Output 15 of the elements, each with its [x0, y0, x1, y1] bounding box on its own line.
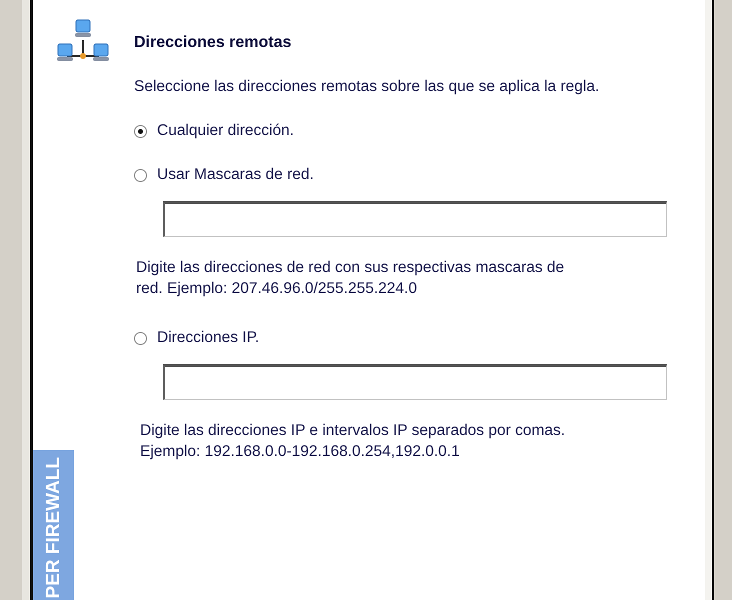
brand-banner: PER FIREWALL	[33, 450, 74, 600]
section-title: Direcciones remotas	[134, 34, 292, 52]
hint-text: Digite las direcciones de red con sus respectivas mascaras de	[136, 258, 566, 278]
radio-label[interactable]: Usar Mascaras de red.	[157, 166, 314, 184]
radio-label[interactable]: Cualquier dirección.	[157, 122, 294, 140]
radio-label[interactable]: Direcciones IP.	[157, 329, 260, 347]
radio-button[interactable]	[134, 124, 147, 138]
radio-button[interactable]	[134, 168, 147, 182]
input-field[interactable]	[163, 364, 667, 400]
hint-text: Ejemplo: 192.168.0.0-192.168.0.254,192.0.0.1	[140, 442, 461, 462]
hint-text: Digite las direcciones IP e intervalos IP separados por comas.	[140, 421, 566, 441]
instruction-text: Seleccione las direcciones remotas sobre las que se aplica la regla.	[134, 78, 600, 96]
hint-text: red. Ejemplo: 207.46.96.0/255.255.224.0	[136, 279, 418, 299]
radio-button[interactable]	[134, 332, 147, 344]
input-field[interactable]	[163, 201, 667, 237]
